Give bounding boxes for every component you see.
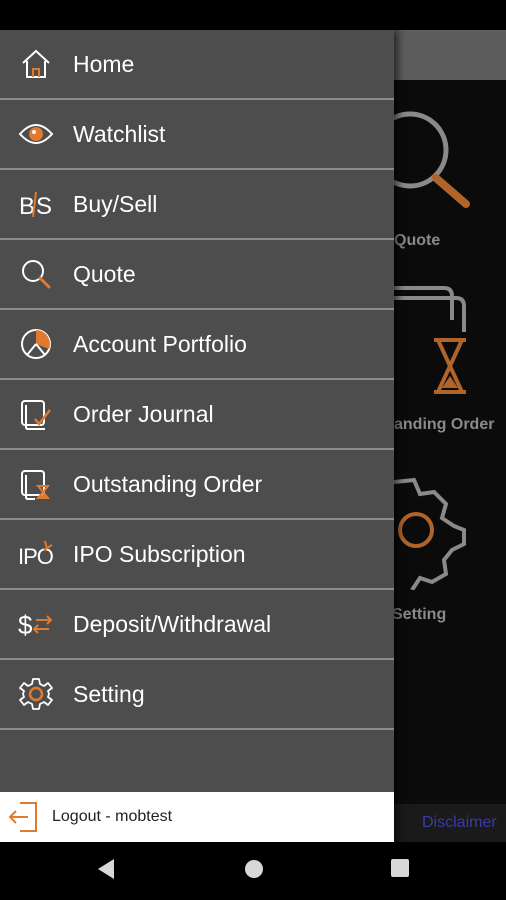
background-header: [394, 30, 506, 80]
buy-sell-icon: B S: [18, 186, 54, 222]
disclaimer-link[interactable]: Disclaimer: [422, 814, 497, 832]
menu-item-home[interactable]: Home: [0, 30, 394, 100]
background-tile-quote-label: Quote: [394, 232, 441, 249]
home-circle-icon: [245, 860, 263, 878]
quote-magnifier-icon: [371, 111, 470, 208]
dollar-transfer-icon: $: [18, 606, 54, 642]
menu-item-ipo-subscription[interactable]: IPO IPO Subscription: [0, 520, 394, 590]
logout-label: Logout - mobtest: [52, 808, 173, 825]
menu-item-label: Account Portfolio: [73, 330, 247, 357]
menu-item-label: Outstanding Order: [73, 470, 263, 497]
system-navigation-bar: [0, 842, 506, 900]
home-button[interactable]: [243, 858, 265, 885]
navigation-drawer: Home Watchlist B S Buy/Sell Quote Accoun…: [0, 30, 394, 842]
ipo-icon: IPO: [18, 536, 54, 572]
menu-item-label: Buy/Sell: [73, 190, 158, 217]
menu-item-label: Order Journal: [73, 400, 214, 427]
background-tile-setting-label: Setting: [392, 606, 447, 623]
background-tile-outstanding: anding Order: [394, 280, 506, 450]
logout-icon: [8, 800, 40, 834]
menu-item-buy-sell[interactable]: B S Buy/Sell: [0, 170, 394, 240]
menu-item-outstanding-order[interactable]: Outstanding Order: [0, 450, 394, 520]
menu-item-label: Deposit/Withdrawal: [73, 610, 272, 637]
menu-item-watchlist[interactable]: Watchlist: [0, 100, 394, 170]
back-triangle-icon: [98, 859, 114, 879]
recents-square-icon: [391, 859, 409, 877]
home-icon: [18, 46, 54, 82]
menu-item-order-journal[interactable]: Order Journal: [0, 380, 394, 450]
menu-item-setting[interactable]: Setting: [0, 660, 394, 730]
menu-item-quote[interactable]: Quote: [0, 240, 394, 310]
back-button[interactable]: [96, 858, 116, 885]
gear-icon: [18, 676, 54, 712]
background-tile-setting: Setting: [392, 470, 506, 630]
background-tile-outstanding-label: anding Order: [394, 416, 495, 433]
journal-check-icon: [18, 396, 54, 432]
logout-button[interactable]: Logout - mobtest: [0, 792, 394, 842]
eye-icon: [18, 116, 54, 152]
menu-item-label: IPO Subscription: [73, 540, 246, 567]
menu-item-label: Watchlist: [73, 120, 166, 147]
search-icon: [18, 256, 54, 292]
menu-item-label: Home: [73, 50, 135, 77]
drawer-menu: Home Watchlist B S Buy/Sell Quote Accoun…: [0, 30, 394, 730]
outstanding-order-icon: [394, 286, 466, 394]
recents-button[interactable]: [390, 858, 410, 883]
background-tile-quote: Quote: [371, 100, 506, 260]
menu-item-account-portfolio[interactable]: Account Portfolio: [0, 310, 394, 380]
pie-chart-icon: [18, 326, 54, 362]
status-bar: [0, 0, 506, 30]
background-footer: Disclaimer: [394, 804, 506, 842]
menu-item-label: Quote: [73, 260, 136, 287]
svg-text:S: S: [36, 193, 52, 220]
menu-item-deposit-withdrawal[interactable]: $ Deposit/Withdrawal: [0, 590, 394, 660]
menu-item-label: Setting: [73, 680, 145, 707]
svg-text:$: $: [18, 610, 33, 640]
setting-gear-icon: [393, 477, 466, 592]
hourglass-document-icon: [18, 466, 54, 502]
